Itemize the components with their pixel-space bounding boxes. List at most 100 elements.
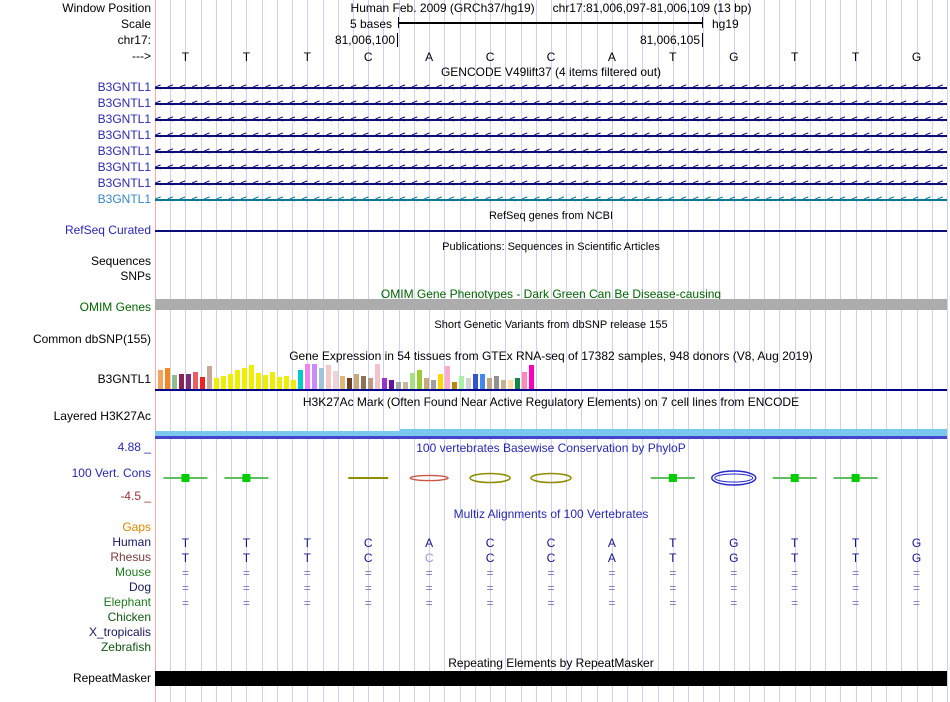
track-label-multiz-elephant[interactable]: Elephant [0,596,151,609]
gtex-tissue-bar[interactable] [312,364,317,389]
gtex-tissue-bar[interactable] [529,365,534,389]
track-label-multiz-dog[interactable]: Dog [0,581,151,594]
track-label-multiz-zebrafish[interactable]: Zebrafish [0,641,151,654]
gtex-tissue-bar[interactable] [396,382,401,389]
gtex-tissue-bar[interactable] [270,372,275,389]
multiz-alignment-row-human[interactable]: TTTCACCATGTTG [155,536,947,551]
gtex-tissue-bar[interactable] [200,377,205,389]
track-label-multiz-human[interactable]: Human [0,536,151,549]
gtex-tissue-bar[interactable] [158,370,163,389]
gtex-tissue-bar[interactable] [277,377,282,389]
track-label-gencode-transcript[interactable]: B3GNTL1 [0,129,151,142]
gtex-tissue-bar[interactable] [480,374,485,389]
track-label-multiz-rhesus[interactable]: Rhesus [0,551,151,564]
gtex-tissue-bar[interactable] [403,382,408,389]
gencode-transcript-line[interactable]: <<<<<<<<<<<<<<<<<<<<<<<<<<<<<<<<<<<<<<<<… [155,80,947,96]
gtex-tissue-bar[interactable] [487,378,492,389]
gencode-transcript-line[interactable]: <<<<<<<<<<<<<<<<<<<<<<<<<<<<<<<<<<<<<<<<… [155,112,947,128]
gtex-tissue-bar[interactable] [445,366,450,389]
h3k27ac-signal-high[interactable] [400,429,947,436]
gtex-tissue-bar[interactable] [375,364,380,389]
track-label-gtex-gene[interactable]: B3GNTL1 [0,373,151,386]
gtex-tissue-bar[interactable] [340,376,345,389]
track-label-sequences[interactable]: Sequences [0,255,151,268]
gtex-tissue-bar[interactable] [333,371,338,389]
repeatmasker-bar[interactable] [155,671,947,686]
gtex-tissue-bar[interactable] [298,370,303,389]
track-label-multiz-gaps[interactable]: Gaps [0,521,151,534]
gtex-tissue-bar[interactable] [452,382,457,389]
gtex-tissue-bar[interactable] [284,376,289,389]
gtex-tissue-bar[interactable] [466,378,471,389]
gtex-tissue-bar[interactable] [256,373,261,389]
multiz-alignment-row-mouse[interactable]: = = = = = = = = = = = = = [155,566,947,581]
gtex-tissue-bar[interactable] [214,378,219,389]
track-label-gencode-transcript[interactable]: B3GNTL1 [0,161,151,174]
multiz-alignment-row-elephant[interactable]: = = = = = = = = = = = = = [155,596,947,611]
track-label-omim-genes[interactable]: OMIM Genes [0,301,151,314]
track-label-snps[interactable]: SNPs [0,270,151,283]
gtex-tissue-bar[interactable] [417,370,422,389]
gtex-tissue-bar[interactable] [368,378,373,389]
gtex-tissue-bar[interactable] [508,380,513,389]
gtex-tissue-bar[interactable] [501,380,506,389]
gtex-tissue-bar[interactable] [424,378,429,389]
gtex-tissue-bar[interactable] [221,376,226,389]
track-label-refseq-curated[interactable]: RefSeq Curated [0,224,151,237]
gtex-tissue-bar[interactable] [515,378,520,389]
track-label-gencode-transcript[interactable]: B3GNTL1 [0,177,151,190]
multiz-alignment-row-rhesus[interactable]: TTTCCCCATGTTG [155,551,947,566]
gtex-tissue-bar[interactable] [165,368,170,389]
gtex-tissue-bar[interactable] [522,372,527,389]
gencode-transcript-line[interactable]: <<<<<<<<<<<<<<<<<<<<<<<<<<<<<<<<<<<<<<<<… [155,144,947,160]
gtex-tissue-bar[interactable] [179,374,184,389]
gtex-tissue-bar[interactable] [235,370,240,389]
gtex-tissue-bar[interactable] [473,374,478,389]
conservation-plot[interactable] [155,455,947,500]
gtex-tissue-bar[interactable] [172,375,177,389]
track-label-gencode-transcript[interactable]: B3GNTL1 [0,145,151,158]
gtex-tissue-bar[interactable] [361,376,366,389]
gencode-transcript-line[interactable]: <<<<<<<<<<<<<<<<<<<<<<<<<<<<<<<<<<<<<<<<… [155,192,947,208]
gencode-transcript-line[interactable]: <<<<<<<<<<<<<<<<<<<<<<<<<<<<<<<<<<<<<<<<… [155,128,947,144]
refseq-curated-item[interactable] [155,230,947,232]
base-ruler[interactable]: TTTCACCATGTTG [155,50,947,65]
gtex-tissue-bar[interactable] [242,368,247,389]
gencode-transcript-line[interactable]: <<<<<<<<<<<<<<<<<<<<<<<<<<<<<<<<<<<<<<<<… [155,96,947,112]
gtex-tissue-bar[interactable] [193,372,198,389]
track-label-gencode-transcript[interactable]: B3GNTL1 [0,81,151,94]
track-label-gencode-transcript[interactable]: B3GNTL1 [0,113,151,126]
gtex-tissue-bar[interactable] [354,374,359,389]
omim-genes-bar[interactable] [155,299,947,310]
track-label-multiz-mouse[interactable]: Mouse [0,566,151,579]
gtex-tissue-bar[interactable] [263,375,268,389]
track-label-dbsnp[interactable]: Common dbSNP(155) [0,333,151,346]
gtex-tissue-bar[interactable] [186,374,191,389]
gtex-tissue-bar[interactable] [438,374,443,389]
gtex-tissue-bar[interactable] [319,368,324,389]
gtex-bar-chart[interactable] [158,363,947,389]
gtex-tissue-bar[interactable] [326,365,331,389]
gtex-tissue-bar[interactable] [291,380,296,389]
gtex-tissue-bar[interactable] [305,364,310,389]
track-label-gencode-transcript[interactable]: B3GNTL1 [0,193,151,206]
gtex-tissue-bar[interactable] [389,380,394,389]
gtex-tissue-bar[interactable] [207,366,212,389]
track-label-conservation[interactable]: 100 Vert. Cons [0,467,151,480]
track-label-gencode-transcript[interactable]: B3GNTL1 [0,97,151,110]
gtex-tissue-bar[interactable] [431,380,436,389]
gtex-tissue-bar[interactable] [410,373,415,389]
multiz-alignment-row-dog[interactable]: = = = = = = = = = = = = = [155,581,947,596]
track-label-multiz-x_tropicalis[interactable]: X_tropicalis [0,626,151,639]
gtex-tissue-bar[interactable] [459,376,464,389]
track-label-multiz-chicken[interactable]: Chicken [0,611,151,624]
gencode-transcript-line[interactable]: <<<<<<<<<<<<<<<<<<<<<<<<<<<<<<<<<<<<<<<<… [155,160,947,176]
gtex-tissue-bar[interactable] [382,378,387,389]
gencode-transcript-line[interactable]: <<<<<<<<<<<<<<<<<<<<<<<<<<<<<<<<<<<<<<<<… [155,176,947,192]
gtex-tissue-bar[interactable] [228,374,233,389]
h3k27ac-base-signal[interactable] [155,436,947,439]
gtex-tissue-bar[interactable] [494,376,499,389]
gtex-tissue-bar[interactable] [249,365,254,389]
gtex-tissue-bar[interactable] [347,378,352,389]
track-label-repeatmasker[interactable]: RepeatMasker [0,672,151,685]
